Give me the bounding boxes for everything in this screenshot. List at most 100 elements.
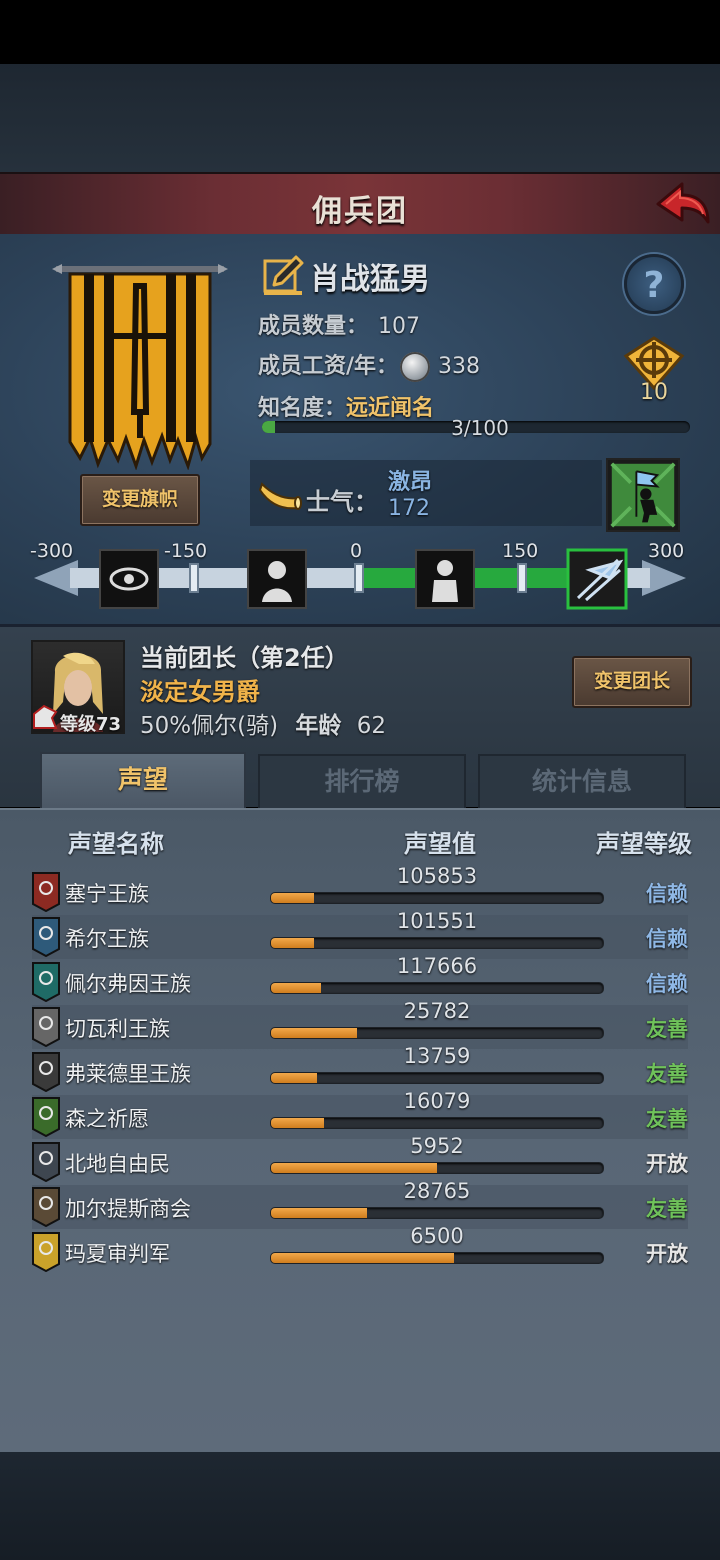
- header-reputation-level: 声望等级: [596, 830, 692, 858]
- company-banner-icon: [52, 264, 228, 470]
- reputation-value: 25782: [403, 999, 471, 1023]
- reputation-bar-fill: [271, 983, 321, 993]
- rally-flag-icon[interactable]: [606, 458, 680, 532]
- table-row[interactable]: 森之祈愿 16079 友善: [32, 1089, 688, 1139]
- reputation-value: 117666: [396, 954, 478, 978]
- reputation-bar: [270, 1117, 604, 1129]
- reputation-bar: [270, 937, 604, 949]
- reputation-bar-fill: [271, 938, 315, 948]
- reputation-bar: [270, 982, 604, 994]
- wage-stat: 成员工资/年： 338: [258, 348, 480, 382]
- faction-name: 切瓦利王族: [65, 1017, 170, 1041]
- faction-crest-icon: [32, 917, 60, 957]
- faction-name: 玛夏审判军: [65, 1242, 170, 1266]
- fame-label: 知名度：: [258, 396, 347, 421]
- faction-name: 加尔提斯商会: [65, 1197, 191, 1221]
- faction-name: 希尔王族: [65, 927, 149, 951]
- silver-coin-icon: [400, 352, 431, 382]
- leader-level: 等级73: [60, 714, 122, 735]
- morale-state: 激昂: [388, 470, 433, 495]
- reputation-level: 友善: [646, 1197, 688, 1221]
- reputation-bar-fill: [271, 1028, 358, 1038]
- members-value: 107: [378, 314, 421, 339]
- table-row[interactable]: 塞宁王族 105853 信赖: [32, 864, 688, 914]
- title-bar: 佣兵团: [0, 172, 720, 239]
- company-name: 肖战猛男: [310, 262, 430, 297]
- scale-label-pos: 150: [502, 540, 539, 562]
- scale-label-zero: 0: [350, 540, 363, 562]
- reputation-level: 信赖: [646, 972, 688, 996]
- members-stat: 成员数量： 107: [258, 308, 420, 340]
- faction-name: 森之祈愿: [65, 1107, 149, 1131]
- fame-stat: 知名度：远近闻名: [258, 390, 434, 422]
- reputation-value: 105853: [396, 864, 478, 888]
- members-label: 成员数量：: [258, 314, 369, 339]
- back-arrow-icon[interactable]: [648, 178, 712, 230]
- tab-reputation[interactable]: 声望: [40, 752, 246, 812]
- header-faction-name: 声望名称: [68, 830, 164, 858]
- header-reputation-value: 声望值: [404, 830, 476, 858]
- war-horn-icon: [258, 482, 302, 510]
- wage-value: 338: [438, 354, 481, 379]
- faction-crest-icon: [32, 1187, 60, 1227]
- fame-progress-fill: [262, 421, 275, 433]
- table-row[interactable]: 弗莱德里王族 13759 友善: [32, 1044, 688, 1094]
- table-row[interactable]: 玛夏审判军 6500 开放: [32, 1224, 688, 1274]
- morale-label: 士气：: [306, 488, 378, 516]
- leader-info: 50%佩尔(骑) 年龄 62: [140, 706, 386, 740]
- target-count: 10: [640, 380, 668, 405]
- tab-statistics[interactable]: 统计信息: [478, 754, 686, 810]
- leader-age: 62: [356, 713, 386, 739]
- scale-label-max: 300: [648, 540, 685, 562]
- reputation-bar: [270, 1027, 604, 1039]
- company-name-row: 肖战猛男: [262, 254, 430, 298]
- edit-pencil-icon[interactable]: [262, 255, 304, 297]
- reputation-value: 28765: [403, 1179, 471, 1203]
- reputation-bar-fill: [271, 1163, 437, 1173]
- table-row[interactable]: 佩尔弗因王族 117666 信赖: [32, 954, 688, 1004]
- faction-crest-icon: [32, 1232, 60, 1272]
- reputation-bar: [270, 1252, 604, 1264]
- level-badge-icon: [33, 704, 58, 729]
- reputation-level: 信赖: [646, 882, 688, 906]
- reputation-value: 16079: [403, 1089, 471, 1113]
- leader-name: 淡定女男爵: [140, 678, 260, 706]
- faction-crest-icon: [32, 1097, 60, 1137]
- faction-crest-icon: [32, 962, 60, 1002]
- faction-name: 塞宁王族: [65, 882, 149, 906]
- reputation-level: 友善: [646, 1107, 688, 1131]
- page-title: 佣兵团: [312, 194, 408, 229]
- change-leader-button[interactable]: 变更团长: [572, 656, 692, 708]
- reputation-bar-fill: [271, 1253, 454, 1263]
- scale-label-neg: -150: [164, 540, 208, 562]
- reputation-level: 友善: [646, 1017, 688, 1041]
- wage-label: 成员工资/年：: [258, 354, 399, 379]
- table-row[interactable]: 希尔王族 101551 信赖: [32, 909, 688, 959]
- reputation-level: 开放: [646, 1242, 688, 1266]
- fame-progress-text: 3/100: [451, 416, 509, 440]
- leader-origin: 50%佩尔(骑): [140, 713, 279, 739]
- scale-label-min: -300: [30, 540, 74, 562]
- table-row[interactable]: 北地自由民 5952 开放: [32, 1134, 688, 1184]
- reputation-level: 友善: [646, 1062, 688, 1086]
- faction-crest-icon: [32, 872, 60, 912]
- reputation-bar: [270, 1162, 604, 1174]
- reputation-level: 信赖: [646, 927, 688, 951]
- reputation-bar: [270, 892, 604, 904]
- table-row[interactable]: 切瓦利王族 25782 友善: [32, 999, 688, 1049]
- leader-age-label: 年龄: [295, 713, 342, 739]
- top-background: [0, 64, 720, 172]
- tab-leaderboard[interactable]: 排行榜: [258, 754, 466, 810]
- change-banner-button[interactable]: 变更旗帜: [80, 474, 200, 526]
- faction-name: 弗莱德里王族: [65, 1062, 191, 1086]
- reputation-bar-fill: [271, 1208, 368, 1218]
- table-row[interactable]: 加尔提斯商会 28765 友善: [32, 1179, 688, 1229]
- reputation-value: 13759: [403, 1044, 471, 1068]
- help-button[interactable]: ?: [624, 254, 684, 314]
- status-bar: [0, 0, 720, 64]
- reputation-level: 开放: [646, 1152, 688, 1176]
- faction-crest-icon: [32, 1007, 60, 1047]
- tab-bar: 声望 排行榜 统计信息: [0, 748, 720, 812]
- faction-name: 佩尔弗因王族: [65, 972, 191, 996]
- reputation-value: 101551: [396, 909, 478, 933]
